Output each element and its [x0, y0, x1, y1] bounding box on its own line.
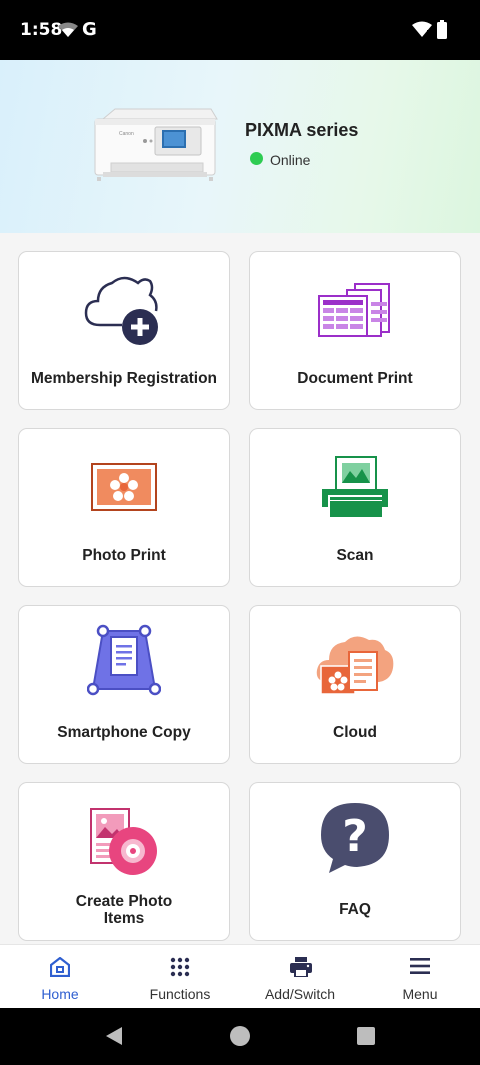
photo-print-card[interactable]: Photo Print: [18, 428, 230, 587]
battery-icon: [437, 20, 447, 39]
printer-status: Online: [270, 152, 311, 168]
cloud-label: Cloud: [333, 724, 377, 741]
nav-menu-label: Menu: [402, 986, 438, 1002]
photo-print-label: Photo Print: [82, 547, 166, 564]
clock: 1:58: [20, 20, 63, 40]
create-photo-items-card[interactable]: Create Photo Items: [18, 782, 230, 941]
bottom-navigation: Home Functions Add/Switch Menu: [0, 944, 480, 1008]
nav-menu[interactable]: Menu: [360, 945, 480, 1009]
home-icon: [50, 957, 70, 977]
menu-icon: [410, 958, 430, 974]
faq-label: FAQ: [339, 901, 371, 918]
nav-functions-label: Functions: [149, 986, 211, 1002]
membership-registration-label: Membership Registration: [30, 370, 218, 387]
wifi-signal-icon: [412, 21, 432, 37]
create-photo-items-label-line2: Items: [103, 910, 145, 927]
grid-icon: [170, 957, 190, 977]
back-icon[interactable]: [105, 1026, 123, 1046]
cloud-icon: [316, 636, 394, 695]
cloud-card[interactable]: Cloud: [249, 605, 461, 764]
membership-registration-card[interactable]: Membership Registration: [18, 251, 230, 410]
nav-home-label: Home: [41, 986, 79, 1002]
system-navigation-bar: [0, 1008, 480, 1065]
printer-icon: [290, 957, 312, 977]
printer-name: PIXMA series: [245, 120, 359, 140]
printer-image: Canon: [94, 108, 218, 181]
document-print-icon: [318, 283, 390, 337]
create-photo-items-icon: [90, 808, 157, 875]
smartphone-copy-card[interactable]: Smartphone Copy: [18, 605, 230, 764]
smartphone-copy-icon: [87, 624, 161, 696]
recents-icon[interactable]: [357, 1027, 375, 1045]
document-print-label: Document Print: [297, 370, 413, 387]
document-print-card[interactable]: Document Print: [249, 251, 461, 410]
nav-add-switch-label: Add/Switch: [264, 986, 336, 1002]
wifi-icon: [58, 22, 78, 37]
create-photo-items-label: Create Photo Items: [19, 893, 229, 927]
printer-header[interactable]: Canon PIXMA series Online: [0, 60, 480, 233]
nav-functions[interactable]: Functions: [120, 945, 240, 1009]
status-bar: 1:58 G: [0, 0, 480, 60]
svg-text:?: ?: [342, 811, 368, 862]
nav-home[interactable]: Home: [0, 945, 120, 1009]
smartphone-copy-label: Smartphone Copy: [57, 724, 191, 741]
create-photo-items-label-line1: Create Photo: [75, 893, 173, 910]
faq-card[interactable]: ? FAQ: [249, 782, 461, 941]
home-circle-icon[interactable]: [229, 1025, 251, 1047]
photo-print-icon: [91, 463, 157, 511]
cloud-plus-icon: [84, 276, 158, 345]
faq-icon: ?: [321, 803, 389, 873]
scan-card[interactable]: Scan: [249, 428, 461, 587]
scan-icon: [322, 456, 388, 517]
nav-add-switch[interactable]: Add/Switch: [240, 945, 360, 1009]
google-icon: G: [82, 19, 97, 40]
scan-label: Scan: [336, 547, 374, 564]
svg-text:Canon: Canon: [119, 131, 134, 137]
online-status-dot: [250, 152, 263, 165]
